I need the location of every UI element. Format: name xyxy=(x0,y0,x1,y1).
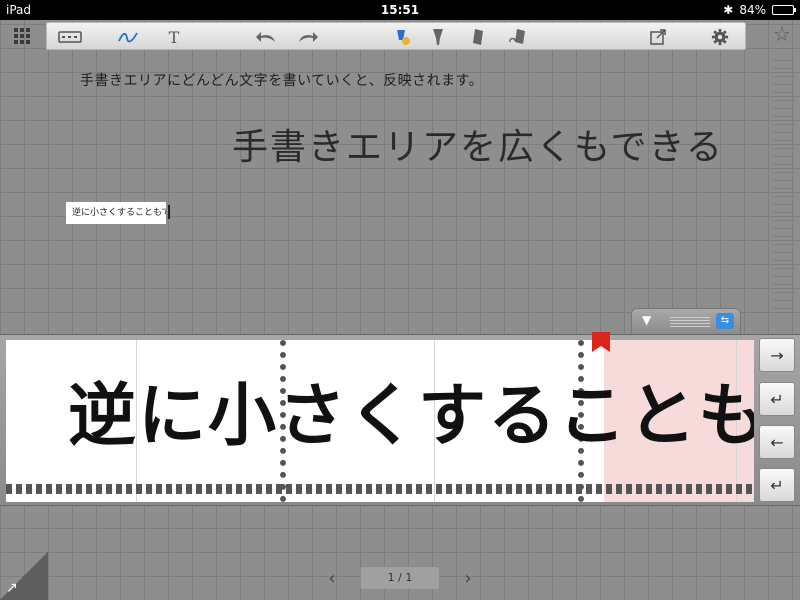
redo-icon[interactable] xyxy=(291,23,325,51)
text-cursor xyxy=(168,205,170,219)
status-right: ✱ 84% xyxy=(723,3,796,17)
page-corner[interactable]: ↗ xyxy=(0,552,48,600)
handwriting-input-text: 逆に小さくすることもできる xyxy=(68,377,754,456)
backspace-button[interactable]: ← xyxy=(759,425,795,459)
battery-percent: 84% xyxy=(739,3,766,17)
gear-icon[interactable] xyxy=(703,23,737,51)
marker-icon[interactable] xyxy=(421,23,455,51)
handwritten-note-small: 手書きエリアにどんどん文字を書いていくと、反映されます。 xyxy=(80,73,484,89)
handwriting-input-area[interactable]: 逆に小さくすることもできる xyxy=(6,340,754,502)
handwritten-note-boxed[interactable]: 逆に小さくすることもできる xyxy=(66,202,166,224)
keyboard-icon[interactable] xyxy=(53,23,87,51)
expand-arrow-icon[interactable]: ↗ xyxy=(6,580,18,596)
handwritten-note-large: 手書きエリアを広くもできる xyxy=(232,127,724,168)
chevron-down-icon[interactable]: ▼ xyxy=(642,313,651,327)
newline-button[interactable]: ↵ xyxy=(759,382,795,416)
tool-panel: T xyxy=(46,22,746,50)
zoom-ruler xyxy=(773,60,795,310)
baseline-guide xyxy=(6,484,754,494)
drag-handle[interactable] xyxy=(670,317,710,327)
next-page-button[interactable]: › xyxy=(456,566,480,590)
pen-stroke-icon[interactable] xyxy=(111,23,145,51)
prev-page-button[interactable]: ‹ xyxy=(320,566,344,590)
page-grid-button[interactable] xyxy=(8,24,36,48)
swap-mode-icon[interactable]: ⇆ xyxy=(716,313,734,329)
page-navigator: ‹ 1 / 1 › xyxy=(320,566,480,590)
undo-icon[interactable] xyxy=(249,23,283,51)
writing-panel-tab[interactable]: ▼ ⇆ xyxy=(631,308,741,334)
pen-color-icon[interactable] xyxy=(385,23,419,51)
bluetooth-icon: ✱ xyxy=(723,3,734,17)
star-bookmark-icon[interactable]: ☆ xyxy=(770,22,794,46)
text-tool-button[interactable]: T xyxy=(157,23,191,51)
lasso-eraser-icon[interactable] xyxy=(501,23,535,51)
advance-button[interactable]: → xyxy=(759,338,795,372)
eraser-icon[interactable] xyxy=(461,23,495,51)
return-button[interactable]: ↵ xyxy=(759,468,795,502)
page-number[interactable]: 1 / 1 xyxy=(360,566,440,590)
export-icon[interactable] xyxy=(641,23,675,51)
battery-icon xyxy=(772,5,796,15)
clock: 15:51 xyxy=(380,3,420,17)
status-bar: iPad 15:51 ✱ 84% xyxy=(0,0,800,20)
